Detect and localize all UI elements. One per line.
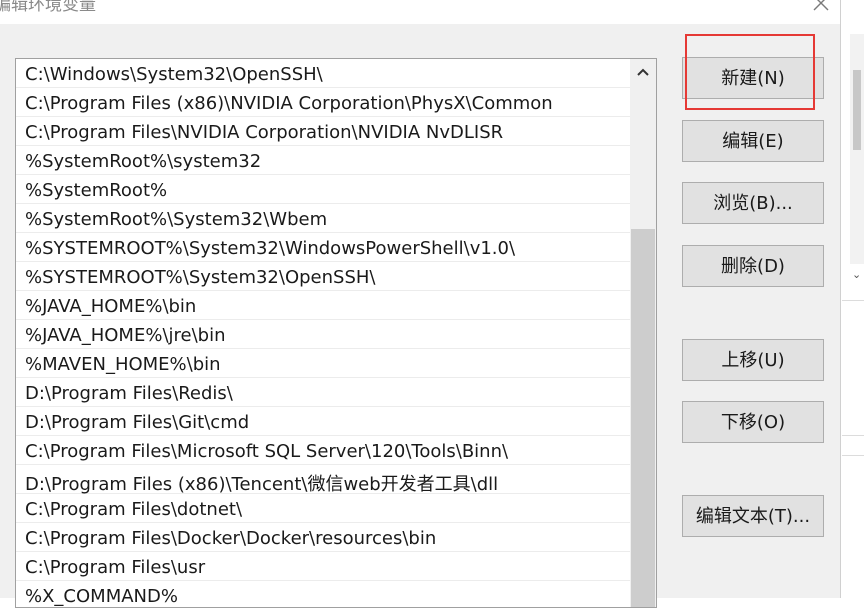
path-list[interactable]: C:\Windows\System32\OpenSSH\ C:\Program … bbox=[15, 58, 657, 608]
list-item-label: D:\Program Files (x86)\Tencent\微信web开发者工… bbox=[25, 474, 499, 495]
close-icon[interactable] bbox=[806, 0, 836, 18]
vertical-scrollbar[interactable] bbox=[630, 59, 656, 607]
list-item-label: %SYSTEMROOT%\System32\OpenSSH\ bbox=[25, 267, 376, 288]
list-item-label: %MAVEN_HOME%\bin bbox=[25, 354, 221, 375]
edit-button[interactable]: 编辑(E) bbox=[682, 120, 824, 162]
list-item[interactable]: C:\Program Files\dotnet\ bbox=[16, 495, 630, 523]
scroll-thumb[interactable] bbox=[631, 229, 655, 607]
list-item[interactable]: %SystemRoot% bbox=[16, 176, 630, 204]
list-item[interactable]: %MAVEN_HOME%\bin bbox=[16, 350, 630, 378]
list-item[interactable]: %X_COMMAND% bbox=[16, 582, 630, 607]
edit-text-button[interactable]: 编辑文本(T)... bbox=[682, 495, 824, 537]
list-item[interactable]: %SystemRoot%\System32\Wbem bbox=[16, 205, 630, 233]
chevron-down-icon[interactable]: ⌄ bbox=[852, 268, 861, 281]
delete-button[interactable]: 删除(D) bbox=[682, 245, 824, 287]
list-item-label: %JAVA_HOME%\jre\bin bbox=[25, 325, 226, 346]
highlight-annotation bbox=[685, 34, 815, 110]
list-item[interactable]: %JAVA_HOME%\bin bbox=[16, 292, 630, 320]
title-bar: 编辑环境变量 bbox=[0, 0, 840, 24]
list-item[interactable]: C:\Windows\System32\OpenSSH\ bbox=[16, 60, 630, 88]
list-item[interactable]: D:\Program Files (x86)\Tencent\微信web开发者工… bbox=[16, 466, 630, 495]
window-title: 编辑环境变量 bbox=[0, 0, 96, 15]
list-item-label: C:\Program Files\dotnet\ bbox=[25, 499, 243, 520]
list-item-label: %SystemRoot%\System32\Wbem bbox=[25, 209, 328, 230]
list-item[interactable]: %SYSTEMROOT%\System32\OpenSSH\ bbox=[16, 263, 630, 291]
list-item-label: D:\Program Files\Redis\ bbox=[25, 383, 233, 404]
edge-divider bbox=[842, 455, 864, 456]
edge-divider bbox=[842, 300, 864, 301]
browse-button[interactable]: 浏览(B)... bbox=[682, 182, 824, 224]
list-item-label: %SYSTEMROOT%\System32\WindowsPowerShell\… bbox=[25, 238, 516, 259]
list-item[interactable]: C:\Program Files\Microsoft SQL Server\12… bbox=[16, 437, 630, 465]
list-item-label: %X_COMMAND% bbox=[25, 586, 178, 607]
list-item-label: C:\Program Files\Docker\Docker\resources… bbox=[25, 528, 437, 549]
edge-divider bbox=[842, 435, 864, 436]
list-item[interactable]: D:\Program Files\Redis\ bbox=[16, 379, 630, 407]
background-window-edge: ⌄ bbox=[840, 0, 864, 598]
list-item[interactable]: C:\Program Files\usr bbox=[16, 553, 630, 581]
list-item[interactable]: C:\Program Files (x86)\NVIDIA Corporatio… bbox=[16, 89, 630, 117]
list-item[interactable]: %JAVA_HOME%\jre\bin bbox=[16, 321, 630, 349]
move-down-button[interactable]: 下移(O) bbox=[682, 401, 824, 443]
move-up-button[interactable]: 上移(U) bbox=[682, 339, 824, 381]
list-item-label: C:\Program Files\Microsoft SQL Server\12… bbox=[25, 441, 509, 462]
list-item-label: C:\Program Files\NVIDIA Corporation\NVID… bbox=[25, 122, 504, 143]
list-item[interactable]: C:\Program Files\NVIDIA Corporation\NVID… bbox=[16, 118, 630, 146]
list-item[interactable]: D:\Program Files\Git\cmd bbox=[16, 408, 630, 436]
list-item-label: C:\Program Files\usr bbox=[25, 557, 206, 578]
list-item-label: %SystemRoot%\system32 bbox=[25, 151, 262, 172]
list-item[interactable]: %SystemRoot%\system32 bbox=[16, 147, 630, 175]
list-item-label: D:\Program Files\Git\cmd bbox=[25, 412, 250, 433]
list-item-label: %JAVA_HOME%\bin bbox=[25, 296, 197, 317]
list-item[interactable]: C:\Program Files\Docker\Docker\resources… bbox=[16, 524, 630, 552]
list-item[interactable]: %SYSTEMROOT%\System32\WindowsPowerShell\… bbox=[16, 234, 630, 262]
chevron-up-icon[interactable] bbox=[630, 59, 656, 87]
edge-scroll-thumb[interactable] bbox=[853, 70, 861, 150]
list-item-label: C:\Windows\System32\OpenSSH\ bbox=[25, 64, 323, 85]
list-item-label: %SystemRoot% bbox=[25, 180, 168, 201]
list-item-label: C:\Program Files (x86)\NVIDIA Corporatio… bbox=[25, 93, 553, 114]
